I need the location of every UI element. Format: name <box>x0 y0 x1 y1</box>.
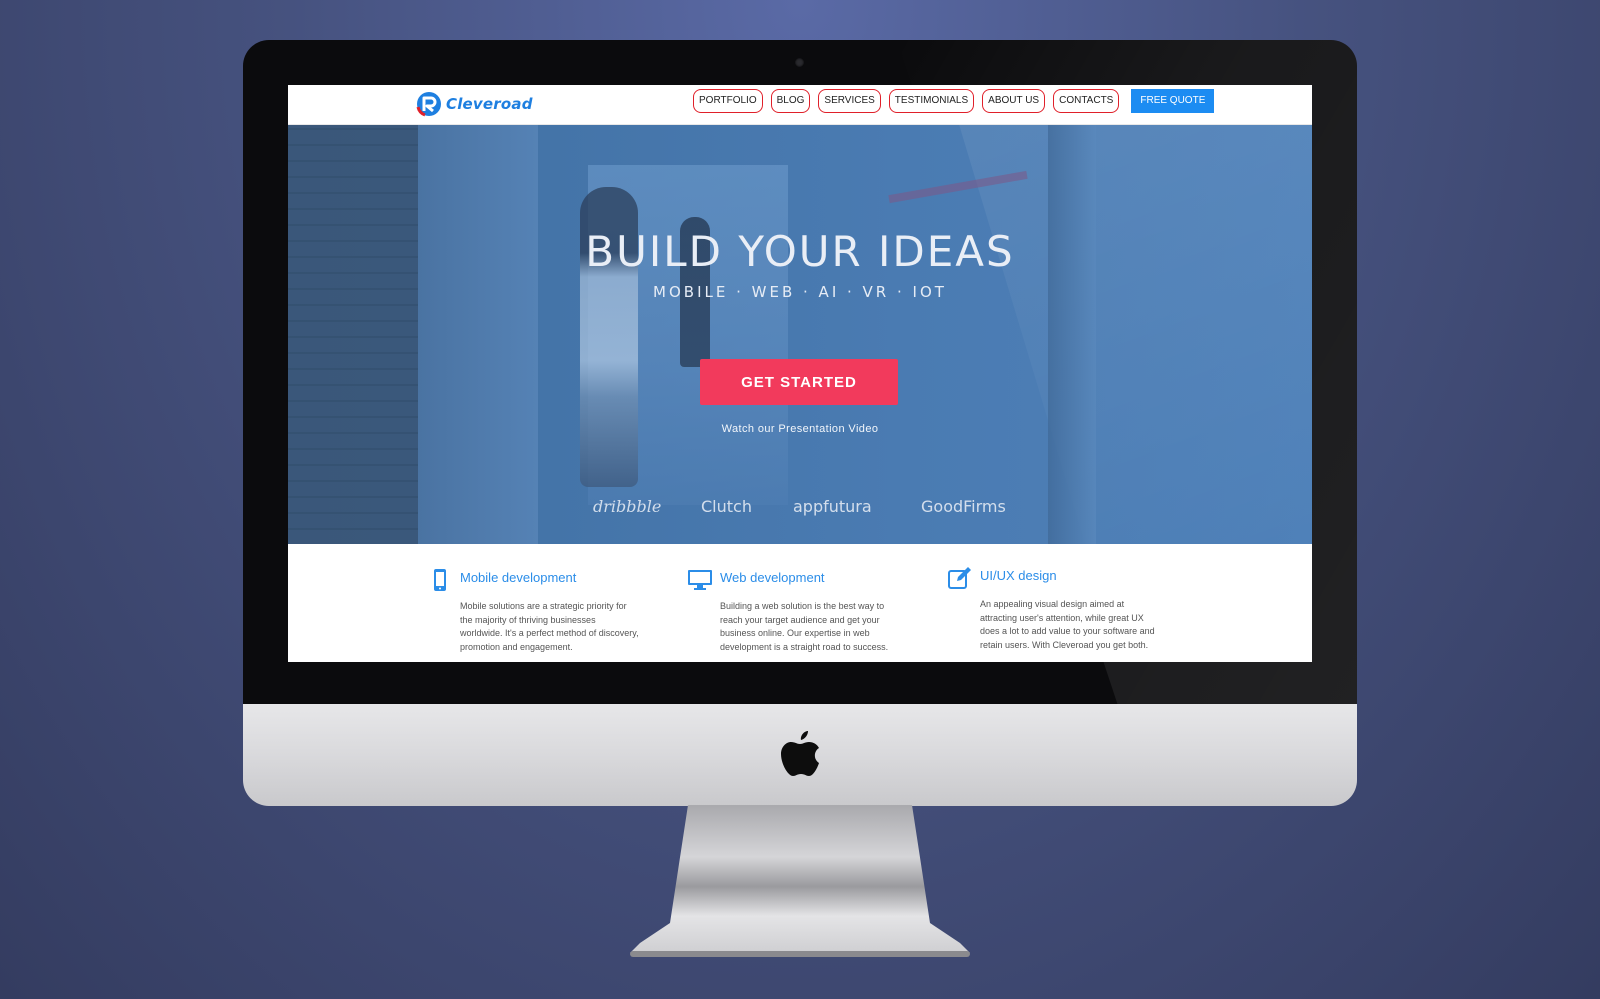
hero-subtitle: MOBILE · WEB · AI · VR · IOT <box>653 283 947 301</box>
partner-goodfirms-logo[interactable]: GoodFirms <box>921 497 1006 516</box>
service-description: Mobile solutions are a strategic priorit… <box>460 601 639 652</box>
nav-about-us[interactable]: ABOUT US <box>982 89 1046 113</box>
cleveroad-logo-icon <box>416 92 441 117</box>
service-title[interactable]: UI/UX design <box>980 568 1057 583</box>
partner-logos: dribbble Clutch appfutura GoodFirms <box>288 497 1312 519</box>
main-nav: PORTFOLIO BLOG SERVICES TESTIMONIALS ABO… <box>693 89 1215 113</box>
partner-appfutura-logo[interactable]: appfutura <box>793 497 872 516</box>
hero-background-wall <box>288 125 418 544</box>
nav-contacts[interactable]: CONTACTS <box>1053 89 1120 113</box>
nav-blog[interactable]: BLOG <box>770 89 811 113</box>
nav-services[interactable]: SERVICES <box>818 89 881 113</box>
monitor-icon <box>688 570 712 590</box>
site-logo[interactable]: Cleveroad <box>416 90 533 118</box>
nav-testimonials[interactable]: TESTIMONIALS <box>888 89 975 113</box>
service-title[interactable]: Mobile development <box>460 570 576 585</box>
imac-stand <box>630 805 970 957</box>
hero-background-panel <box>418 125 538 544</box>
service-description: Building a web solution is the best way … <box>720 601 889 652</box>
logo-text: Cleveroad <box>446 95 533 113</box>
partner-clutch-logo[interactable]: Clutch <box>701 497 752 516</box>
services-section: Mobile development Mobile solutions are … <box>288 544 1312 662</box>
presentation-video-link[interactable]: Watch our Presentation Video <box>288 423 1312 435</box>
free-quote-button[interactable]: FREE QUOTE <box>1131 89 1215 113</box>
apple-logo-icon <box>781 731 819 776</box>
edit-pencil-icon <box>948 567 971 589</box>
imac-chin <box>243 704 1357 806</box>
nav-portfolio[interactable]: PORTFOLIO <box>693 89 763 113</box>
site-header: Cleveroad PORTFOLIO BLOG SERVICES TESTIM… <box>288 85 1312 125</box>
hero-background-door <box>1048 125 1096 544</box>
mobile-phone-icon <box>434 569 446 591</box>
hero-title: BUILD YOUR IDEAS <box>585 227 1015 276</box>
camera-icon <box>795 58 804 67</box>
hero-section: BUILD YOUR IDEAS MOBILE · WEB · AI · VR … <box>288 125 1312 544</box>
partner-dribbble-logo[interactable]: dribbble <box>593 497 661 516</box>
website-viewport: Cleveroad PORTFOLIO BLOG SERVICES TESTIM… <box>288 85 1312 662</box>
service-description: An appealing visual design aimed at attr… <box>980 599 1155 650</box>
get-started-button[interactable]: GET STARTED <box>700 359 898 405</box>
service-title[interactable]: Web development <box>720 570 825 585</box>
